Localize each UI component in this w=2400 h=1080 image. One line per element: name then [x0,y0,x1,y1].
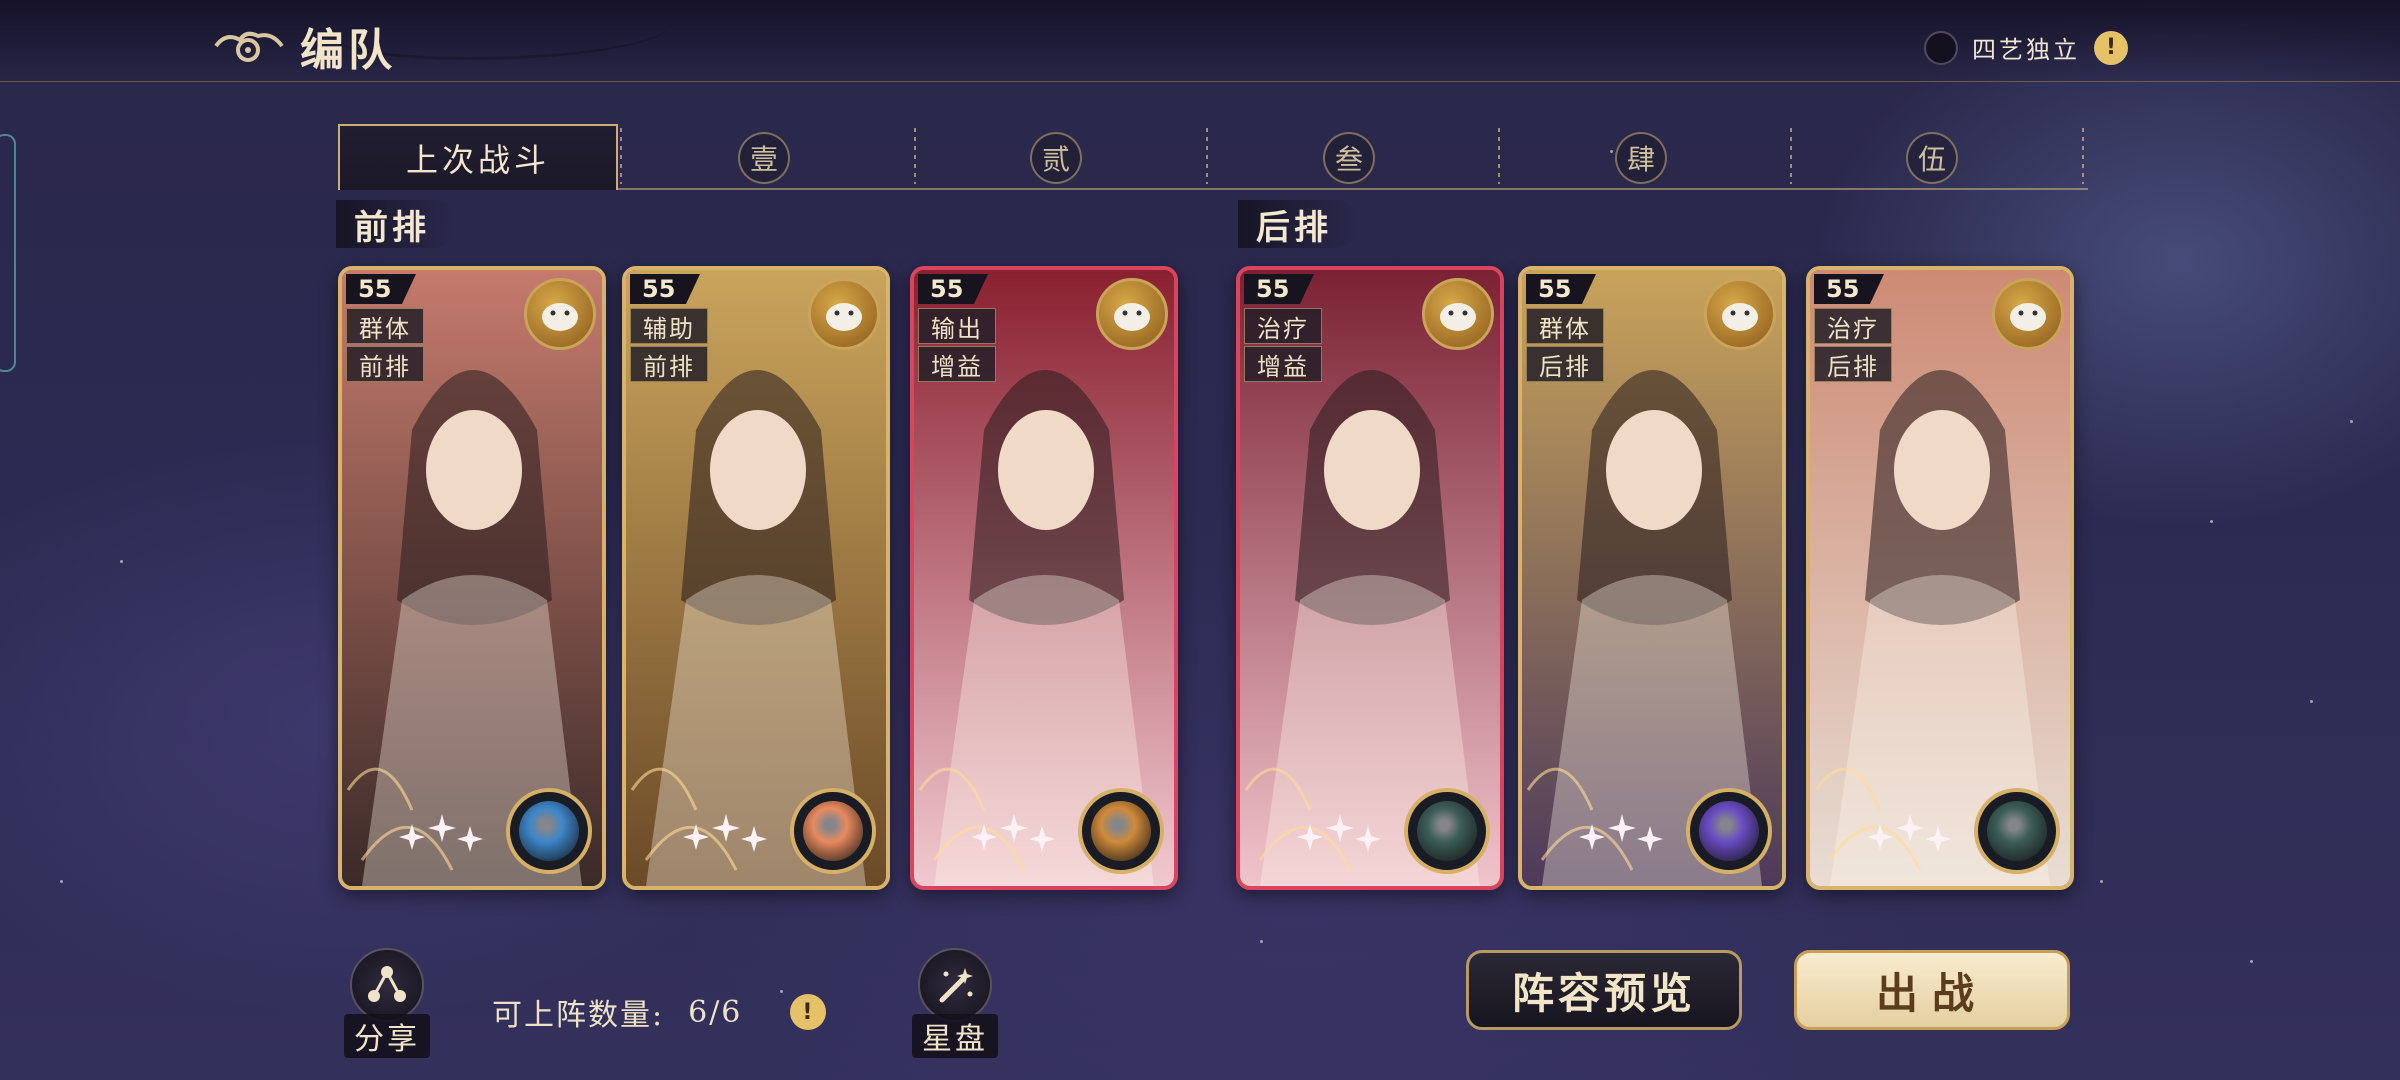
tab-team-3[interactable]: 叁 [1323,132,1375,184]
rabbit-pet-icon[interactable] [808,278,880,350]
monkey-pet-icon[interactable] [1704,278,1776,350]
character-card[interactable]: 55 群体 前排 [338,266,606,890]
element-badge-icon [1686,788,1772,874]
role-tag-secondary: 后排 [1526,346,1604,382]
four-arts-toggle[interactable] [1924,30,1958,65]
share-label: 分享 [344,1014,430,1058]
role-tag-primary: 治疗 [1814,308,1892,344]
lineup-preview-button[interactable]: 阵容预览 [1466,950,1742,1030]
page-title: 编队 [300,25,396,76]
back-row-label: 后排 [1238,200,1360,248]
fox-pet-icon[interactable] [1992,278,2064,350]
front-row-label: 前排 [336,200,458,248]
tab-separator [1790,128,1792,184]
side-panel-edge[interactable] [0,134,16,372]
tab-separator [914,128,916,184]
character-card[interactable]: 55 群体 后排 [1518,266,1786,890]
tab-separator [1206,128,1208,184]
tab-separator [620,128,622,184]
character-card[interactable]: 55 治疗 后排 [1806,266,2074,890]
star-rating-icon [1579,814,1663,852]
sheep-pet-icon[interactable] [1422,278,1494,350]
character-card[interactable]: 55 输出 增益 [910,266,1178,890]
role-tag-primary: 治疗 [1244,308,1322,344]
role-tag-secondary: 增益 [918,346,996,382]
capacity-display: 可上阵数量: 6/6 ! [492,990,827,1034]
star-chart-label: 星盘 [912,1014,998,1058]
magic-wand-icon [918,948,992,1022]
four-arts-label: 四艺独立 [1972,36,2080,64]
four-arts-toggle-group: 四艺独立 ! [1924,30,2128,65]
role-tag-secondary: 前排 [346,346,424,382]
capacity-info-icon[interactable]: ! [790,994,827,1030]
element-badge-icon [790,788,876,874]
tab-last-battle[interactable]: 上次战斗 [338,124,618,190]
four-arts-info-icon[interactable]: ! [2094,30,2128,65]
star-rating-icon [399,814,483,852]
role-tag-secondary: 后排 [1814,346,1892,382]
share-icon [350,948,424,1022]
tab-team-5[interactable]: 伍 [1906,132,1958,184]
role-tag-primary: 群体 [346,308,424,344]
star-rating-icon [1867,814,1951,852]
capacity-value: 6/6 [688,994,743,1030]
tab-team-1[interactable]: 壹 [738,132,790,184]
share-button[interactable]: 分享 [344,948,430,1058]
cloud-back-icon[interactable] [212,26,286,66]
element-badge-icon [1974,788,2060,874]
wolf-pet-icon[interactable] [524,278,596,350]
star-rating-icon [1297,814,1381,852]
character-card[interactable]: 55 治疗 增益 [1236,266,1504,890]
tab-team-4[interactable]: 肆 [1615,132,1667,184]
role-tag-secondary: 前排 [630,346,708,382]
tab-team-2[interactable]: 贰 [1030,132,1082,184]
star-rating-icon [971,814,1055,852]
capacity-label: 可上阵数量: [492,998,665,1033]
role-tag-primary: 输出 [918,308,996,344]
element-badge-icon [1078,788,1164,874]
role-tag-primary: 群体 [1526,308,1604,344]
page-title-group: 编队 [212,14,396,78]
element-badge-icon [506,788,592,874]
star-chart-button[interactable]: 星盘 [912,948,998,1058]
character-card[interactable]: 55 辅助 前排 [622,266,890,890]
role-tag-primary: 辅助 [630,308,708,344]
blue-dragon-pet-icon[interactable] [1096,278,1168,350]
element-badge-icon [1404,788,1490,874]
tab-separator [1498,128,1500,184]
tab-separator [2082,128,2084,184]
star-rating-icon [683,814,767,852]
role-tag-secondary: 增益 [1244,346,1322,382]
team-tabs: 上次战斗 壹 贰 叁 肆 伍 [338,122,2088,190]
top-header: 编队 四艺独立 ! [0,0,2400,82]
deploy-battle-button[interactable]: 出战 [1794,950,2070,1030]
